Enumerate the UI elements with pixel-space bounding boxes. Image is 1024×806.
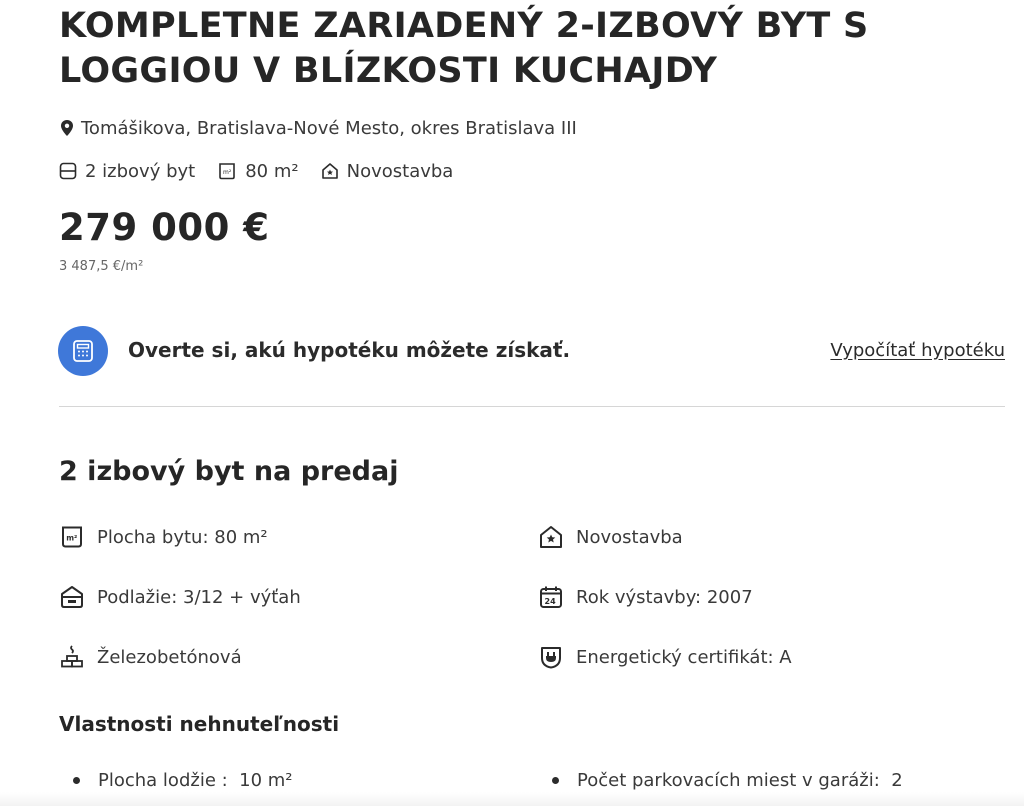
address-row: Tomášikova, Bratislava-Nové Mesto, okres… (59, 116, 577, 140)
price: 279 000 € (59, 206, 270, 249)
feature-construction-label: Železobetónová (97, 646, 242, 668)
listing-page: KOMPLETNE ZARIADENÝ 2-IZBOVÝ BYT S LOGGI… (0, 0, 1024, 806)
list-item: Počet parkovacích miest v garáži: 2 (552, 766, 903, 794)
bullet (73, 776, 80, 784)
feature-floor: Podlažie: 3/12 + výťah (59, 582, 301, 612)
feature-floor-area-label: Plocha bytu: 80 m² (97, 526, 268, 548)
feature-construction: Železobetónová (59, 642, 242, 672)
area-icon: m² (59, 524, 85, 550)
elevator-icon (59, 584, 85, 610)
calendar-icon: 24 (538, 584, 564, 610)
area-icon: m² (217, 162, 237, 180)
feature-year-built: 24 Rok výstavby: 2007 (538, 582, 753, 612)
svg-text:m²: m² (66, 534, 77, 543)
badge-rooms-label: 2 izbový byt (85, 160, 196, 182)
bricks-icon (59, 644, 85, 670)
price-per-m2: 3 487,5 €/m² (59, 259, 144, 274)
feature-energy-certificate: Energetický certifikát: A (538, 642, 792, 672)
list-item: Plocha lodžie : 10 m² (73, 766, 293, 794)
property-loggia-area: Plocha lodžie : 10 m² (98, 769, 293, 791)
badge-area: m² 80 m² (217, 160, 299, 182)
badge-new-building: Novostavba (321, 160, 454, 182)
feature-energy-certificate-label: Energetický certifikát: A (576, 646, 792, 668)
property-garage-parking: Počet parkovacích miest v garáži: 2 (577, 769, 903, 791)
feature-floor-label: Podlažie: 3/12 + výťah (97, 586, 301, 608)
mortgage-calculator-badge (58, 326, 108, 376)
bullet (552, 776, 559, 784)
feature-new-building: Novostavba (538, 522, 683, 552)
calculator-icon (71, 339, 95, 363)
calendar-day: 24 (545, 597, 557, 606)
mortgage-promo-text: Overte si, akú hypotéku môžete získať. (128, 338, 571, 362)
rooms-icon (59, 162, 77, 180)
properties-title: Vlastnosti nehnuteľnosti (59, 712, 340, 736)
badge-area-label: 80 m² (245, 160, 299, 182)
badge-rooms: 2 izbový byt (59, 161, 195, 182)
address-text: Tomášikova, Bratislava-Nové Mesto, okres… (81, 117, 577, 139)
location-pin-icon (59, 119, 75, 137)
divider (59, 406, 1005, 407)
badge-new-building-label: Novostavba (346, 160, 454, 182)
badges-row: 2 izbový byt m² 80 m² Novostavba (59, 158, 475, 184)
new-building-icon (321, 162, 339, 180)
feature-floor-area: m² Plocha bytu: 80 m² (59, 522, 268, 552)
bottom-fade (0, 792, 1024, 806)
feature-new-building-label: Novostavba (576, 526, 683, 548)
new-building-icon (538, 524, 564, 550)
svg-text:m²: m² (223, 169, 232, 176)
section-title: 2 izbový byt na predaj (59, 456, 399, 487)
feature-year-built-label: Rok výstavby: 2007 (576, 586, 753, 608)
energy-plug-icon (538, 644, 564, 670)
listing-title: KOMPLETNE ZARIADENÝ 2-IZBOVÝ BYT S LOGGI… (59, 6, 869, 91)
calculate-mortgage-link[interactable]: Vypočítať hypotéku (830, 340, 1005, 361)
